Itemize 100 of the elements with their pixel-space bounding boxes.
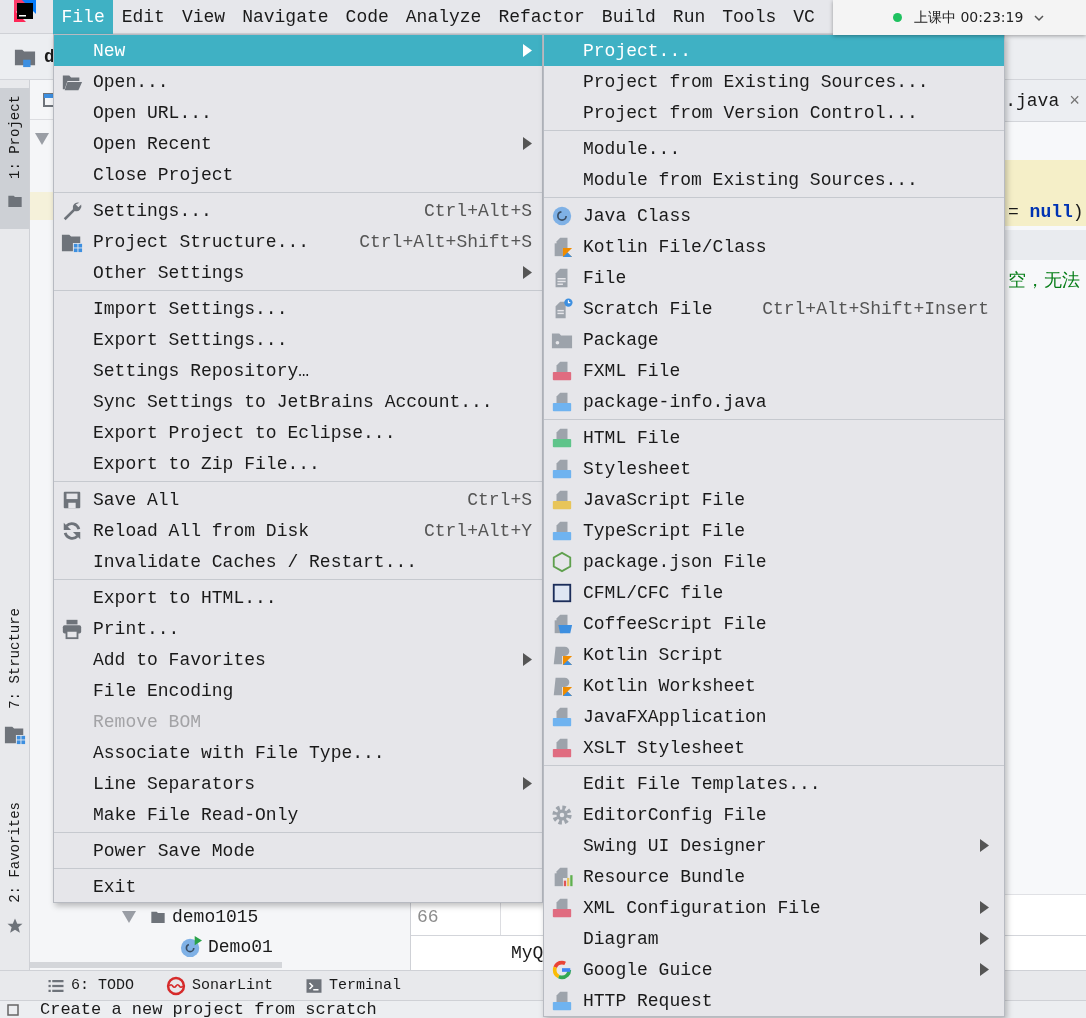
menu-item[interactable]: Open Recent: [54, 128, 542, 159]
gear-icon: [551, 803, 573, 826]
menu-item[interactable]: Print...: [54, 613, 542, 644]
menu-item[interactable]: XSLT Stylesheet: [544, 732, 1004, 763]
menu-item[interactable]: Sync Settings to JetBrains Account...: [54, 386, 542, 417]
menu-item[interactable]: EditorConfig File: [544, 799, 1004, 830]
menu-item[interactable]: File Encoding: [54, 675, 542, 706]
menu-item[interactable]: Java Class: [544, 200, 1004, 231]
java-file-icon: [551, 705, 573, 728]
submenu-arrow-icon: [523, 137, 532, 150]
menu-item[interactable]: JavaFXApplication: [544, 701, 1004, 732]
menu-item[interactable]: Google Guice: [544, 954, 1004, 985]
menu-item[interactable]: Kotlin Worksheet: [544, 670, 1004, 701]
menu-item[interactable]: Other Settings: [54, 257, 542, 288]
menu-item[interactable]: Kotlin Script: [544, 639, 1004, 670]
star-icon: [5, 917, 24, 935]
menu-item[interactable]: Module from Existing Sources...: [544, 164, 1004, 195]
menu-item[interactable]: package.json File: [544, 546, 1004, 577]
menu-item[interactable]: Open...: [54, 66, 542, 97]
scrollbar-thumb[interactable]: [30, 962, 282, 968]
expand-arrow-icon[interactable]: [35, 133, 49, 145]
menu-bar-item[interactable]: Run: [664, 0, 714, 34]
menu-item[interactable]: Diagram: [544, 923, 1004, 954]
wrench-icon: [61, 199, 83, 222]
menu-item[interactable]: Line Separators: [54, 768, 542, 799]
menu-item[interactable]: Close Project: [54, 159, 542, 190]
menu-item[interactable]: Make File Read-Only: [54, 799, 542, 830]
project-name[interactable]: d: [44, 46, 55, 67]
tree-item[interactable]: demo1015: [172, 907, 259, 927]
menu-item[interactable]: HTML File: [544, 422, 1004, 453]
menu-item[interactable]: Power Save Mode: [54, 835, 542, 866]
shortcut-text: Ctrl+Alt+S: [422, 200, 532, 221]
menu-item[interactable]: Project from Version Control...: [544, 97, 1004, 128]
menu-item[interactable]: Export Settings...: [54, 324, 542, 355]
chevron-down-icon[interactable]: [1034, 13, 1045, 22]
menu-item[interactable]: CoffeeScript File: [544, 608, 1004, 639]
app-logo-icon[interactable]: [14, 0, 36, 22]
submenu-arrow-icon: [523, 653, 532, 666]
menu-item[interactable]: Resource Bundle: [544, 861, 1004, 892]
panel-title[interactable]: MyQ: [511, 943, 544, 963]
tree-item[interactable]: Demo01: [208, 937, 273, 957]
menu-bar-item[interactable]: Refactor: [489, 0, 594, 34]
shortcut-text: Ctrl+Alt+Shift+Insert: [761, 298, 989, 319]
tool-window-tab[interactable]: 2: Favorites: [0, 795, 29, 955]
hexagon-icon: [551, 550, 573, 573]
menu-item[interactable]: Export Project to Eclipse...: [54, 417, 542, 448]
menu-bar-item[interactable]: Navigate: [233, 0, 338, 34]
tool-window-button[interactable]: SonarLint: [166, 975, 274, 996]
menu-item[interactable]: FXML File: [544, 355, 1004, 386]
menu-item[interactable]: package-info.java: [544, 386, 1004, 417]
refresh-icon: [61, 519, 83, 542]
menu-bar-item[interactable]: Analyze: [397, 0, 490, 34]
menu-bar-item[interactable]: Build: [593, 0, 665, 34]
menu-item[interactable]: Save All Ctrl+S: [54, 484, 542, 515]
menu-bar-item[interactable]: VC: [784, 0, 824, 34]
status-message: Create a new project from scratch: [40, 1001, 377, 1018]
status-icon[interactable]: [7, 1003, 19, 1016]
submenu-arrow-icon: [980, 839, 989, 852]
menu-item[interactable]: JavaScript File: [544, 484, 1004, 515]
menu-item[interactable]: Settings Repository…: [54, 355, 542, 386]
shortcut-text: Ctrl+Alt+Shift+S: [358, 231, 532, 252]
menu-item[interactable]: Stylesheet: [544, 453, 1004, 484]
menu-bar-item[interactable]: View: [173, 0, 234, 34]
terminal-icon: [305, 976, 324, 995]
menu-item[interactable]: Swing UI Designer: [544, 830, 1004, 861]
menu-item[interactable]: Project Structure... Ctrl+Alt+Shift+S: [54, 226, 542, 257]
code-line: 空，无法: [1008, 268, 1080, 292]
menu-bar-item[interactable]: Code: [337, 0, 398, 34]
menu-item[interactable]: Edit File Templates...: [544, 768, 1004, 799]
menu-item[interactable]: Export to Zip File...: [54, 448, 542, 479]
menu-item[interactable]: Reload All from Disk Ctrl+Alt+Y: [54, 515, 542, 546]
tool-window-tab[interactable]: 7: Structure: [0, 601, 29, 766]
menu-item[interactable]: Module...: [544, 133, 1004, 164]
menu-item[interactable]: Settings... Ctrl+Alt+S: [54, 195, 542, 226]
menu-item[interactable]: Invalidate Caches / Restart...: [54, 546, 542, 577]
folder-icon: [150, 909, 166, 925]
menu-item[interactable]: Package: [544, 324, 1004, 355]
menu-item[interactable]: Open URL...: [54, 97, 542, 128]
close-button[interactable]: ×: [1069, 90, 1080, 111]
menu-item[interactable]: Project from Existing Sources...: [544, 66, 1004, 97]
menu-item[interactable]: Scratch File Ctrl+Alt+Shift+Insert: [544, 293, 1004, 324]
tool-window-button[interactable]: 6: TODO: [47, 976, 134, 995]
menu-item[interactable]: Add to Favorites: [54, 644, 542, 675]
menu-item[interactable]: Export to HTML...: [54, 582, 542, 613]
menu-bar-item[interactable]: Edit: [113, 0, 174, 34]
menu-item[interactable]: CFML/CFC file: [544, 577, 1004, 608]
editor-tab[interactable]: .java: [1005, 90, 1060, 111]
menu-item[interactable]: TypeScript File: [544, 515, 1004, 546]
menu-item[interactable]: HTTP Request: [544, 985, 1004, 1016]
menu-item[interactable]: File: [544, 262, 1004, 293]
menu-item[interactable]: XML Configuration File: [544, 892, 1004, 923]
menu-item[interactable]: Kotlin File/Class: [544, 231, 1004, 262]
tool-window-tab[interactable]: 1: Project: [0, 88, 29, 229]
menu-item[interactable]: Import Settings...: [54, 293, 542, 324]
menu-bar-item[interactable]: Tools: [713, 0, 785, 34]
tool-window-button[interactable]: Terminal: [305, 976, 402, 995]
script-file-icon: [551, 488, 573, 511]
expand-arrow-icon[interactable]: [122, 911, 136, 923]
submenu-arrow-icon: [980, 963, 989, 976]
menu-item[interactable]: Associate with File Type...: [54, 737, 542, 768]
